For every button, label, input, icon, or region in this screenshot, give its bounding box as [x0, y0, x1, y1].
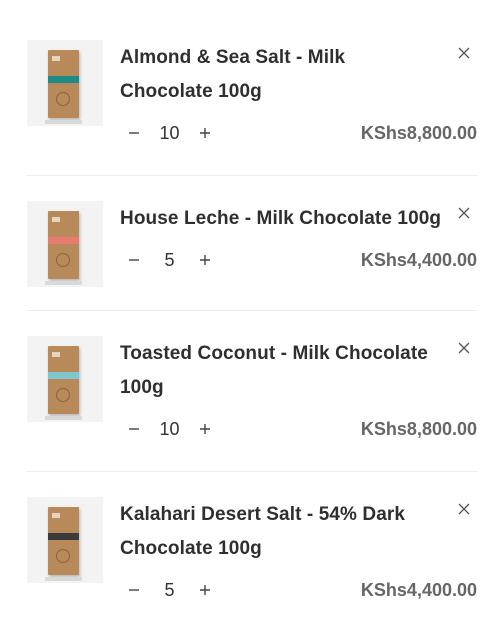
product-title[interactable]: Toasted Coconut - Milk Chocolate 100g	[120, 337, 440, 405]
minus-icon	[129, 589, 139, 591]
chocolate-bar-image	[48, 50, 79, 118]
minus-icon	[129, 428, 139, 430]
chocolate-bar-image	[48, 507, 79, 575]
product-thumbnail[interactable]	[27, 336, 103, 422]
product-title[interactable]: Kalahari Desert Salt - 54% Dark Chocolat…	[120, 498, 440, 566]
plus-icon	[200, 424, 210, 434]
quantity-value[interactable]: 5	[148, 576, 191, 604]
decrease-quantity-button[interactable]	[120, 576, 148, 604]
decrease-quantity-button[interactable]	[120, 246, 148, 274]
item-divider	[27, 175, 477, 176]
product-thumbnail[interactable]	[27, 497, 103, 583]
quantity-value[interactable]: 10	[148, 415, 191, 443]
line-item-price: KShs4,400.00	[360, 250, 477, 270]
chocolate-bar-image	[48, 346, 79, 414]
product-thumbnail[interactable]	[27, 40, 103, 126]
quantity-stepper: 5	[120, 246, 230, 274]
quantity-value[interactable]: 5	[148, 246, 191, 274]
line-item-price: KShs8,800.00	[360, 419, 477, 439]
close-icon	[458, 342, 470, 354]
cart-item: House Leche - Milk Chocolate 100g 5 KShs…	[27, 201, 477, 301]
product-title[interactable]: Almond & Sea Salt - Milk Chocolate 100g	[120, 41, 440, 109]
close-icon	[458, 47, 470, 59]
increase-quantity-button[interactable]	[191, 246, 219, 274]
plus-icon	[200, 255, 210, 265]
cart-item: Toasted Coconut - Milk Chocolate 100g 10…	[27, 336, 477, 466]
product-title[interactable]: House Leche - Milk Chocolate 100g	[120, 202, 460, 236]
quantity-stepper: 10	[120, 119, 230, 147]
close-icon	[458, 207, 470, 219]
item-divider	[27, 310, 477, 311]
line-item-price: KShs8,800.00	[360, 123, 477, 143]
increase-quantity-button[interactable]	[191, 576, 219, 604]
decrease-quantity-button[interactable]	[120, 119, 148, 147]
plus-icon	[200, 128, 210, 138]
product-thumbnail[interactable]	[27, 201, 103, 287]
line-item-price: KShs4,400.00	[360, 580, 477, 600]
plus-icon	[200, 585, 210, 595]
remove-item-button[interactable]	[456, 45, 472, 61]
minus-icon	[129, 132, 139, 134]
close-icon	[458, 503, 470, 515]
minus-icon	[129, 259, 139, 261]
quantity-value[interactable]: 10	[148, 119, 191, 147]
quantity-stepper: 10	[120, 415, 230, 443]
increase-quantity-button[interactable]	[191, 415, 219, 443]
cart-item: Almond & Sea Salt - Milk Chocolate 100g …	[27, 40, 477, 170]
remove-item-button[interactable]	[456, 205, 472, 221]
remove-item-button[interactable]	[456, 340, 472, 356]
increase-quantity-button[interactable]	[191, 119, 219, 147]
chocolate-bar-image	[48, 211, 79, 279]
decrease-quantity-button[interactable]	[120, 415, 148, 443]
remove-item-button[interactable]	[456, 501, 472, 517]
item-divider	[27, 471, 477, 472]
quantity-stepper: 5	[120, 576, 230, 604]
cart-item-list: Almond & Sea Salt - Milk Chocolate 100g …	[0, 0, 502, 618]
cart-item: Kalahari Desert Salt - 54% Dark Chocolat…	[27, 497, 477, 612]
